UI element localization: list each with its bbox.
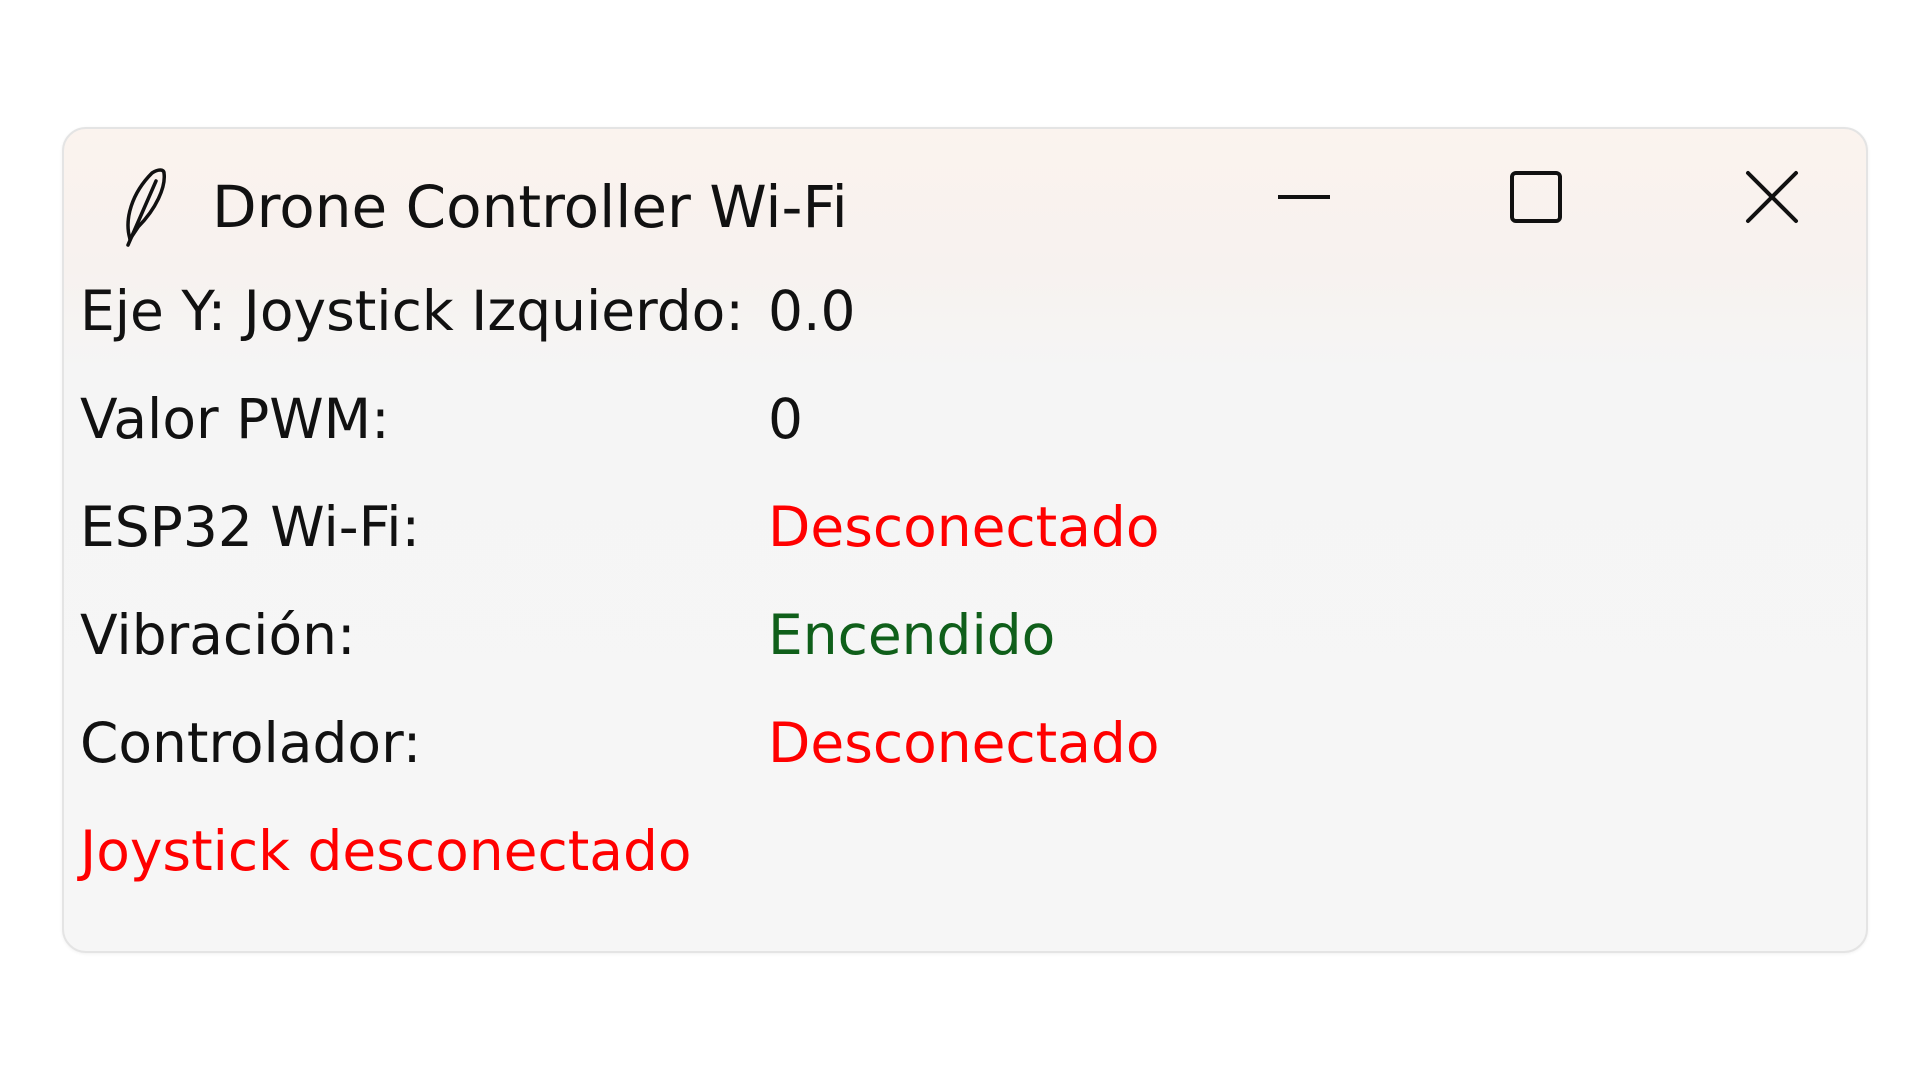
app-window: Drone Controller Wi-Fi Eje Y: Joystick I…	[62, 127, 1868, 953]
minimize-icon	[1276, 169, 1332, 229]
vibration-status: Encendido	[768, 603, 1056, 667]
vibration-label: Vibración:	[80, 603, 356, 667]
esp32-wifi-label: ESP32 Wi-Fi:	[80, 495, 421, 559]
pwm-value: 0	[768, 387, 803, 451]
maximize-icon	[1508, 169, 1564, 229]
window-title: Drone Controller Wi-Fi	[212, 173, 848, 241]
close-icon	[1744, 169, 1800, 229]
status-message: Joystick desconectado	[80, 819, 692, 883]
esp32-wifi-status: Desconectado	[768, 495, 1160, 559]
close-button[interactable]	[1712, 149, 1832, 249]
pwm-label: Valor PWM:	[80, 387, 390, 451]
controller-status: Desconectado	[768, 711, 1160, 775]
joystick-y-value: 0.0	[768, 279, 856, 343]
minimize-button[interactable]	[1244, 149, 1364, 249]
maximize-button[interactable]	[1476, 149, 1596, 249]
controller-label: Controlador:	[80, 711, 422, 775]
joystick-y-label: Eje Y: Joystick Izquierdo:	[80, 279, 744, 343]
feather-icon	[116, 163, 176, 247]
title-bar[interactable]: Drone Controller Wi-Fi	[64, 129, 1866, 277]
